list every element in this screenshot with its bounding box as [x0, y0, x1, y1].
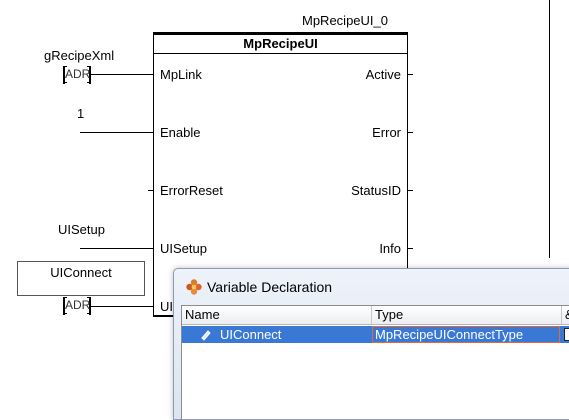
pin-active[interactable]: Active [366, 67, 401, 82]
enable-constant[interactable]: 1 [77, 106, 84, 121]
right-rail [549, 0, 550, 258]
flower-icon [185, 278, 203, 296]
column-header-type[interactable]: Type [372, 306, 562, 324]
uiconnect-wire [91, 306, 153, 307]
table-header: Name Type & [182, 306, 569, 325]
uiconnect-adr-operator[interactable]: ADR [63, 297, 91, 315]
uiconnect-variable-box[interactable]: UIConnect [17, 261, 145, 296]
column-header-extra[interactable]: & [562, 306, 569, 324]
output-wire-statusid [408, 190, 413, 191]
output-wire-active [408, 74, 413, 75]
uisetup-wire [80, 248, 153, 249]
pin-uiconnect[interactable]: UI [160, 299, 173, 314]
column-header-name[interactable]: Name [182, 306, 372, 324]
dialog-title: Variable Declaration [207, 279, 333, 295]
pin-mplink[interactable]: MpLink [160, 67, 202, 82]
pin-enable[interactable]: Enable [160, 125, 200, 140]
block-instance-name: MpRecipeUI_0 [302, 13, 388, 28]
mplink-variable[interactable]: gRecipeXml [44, 48, 114, 63]
mplink-adr-operator[interactable]: ADR [63, 66, 91, 84]
row-name-cell[interactable]: UIConnect [220, 326, 370, 343]
errorreset-wire [148, 190, 153, 191]
pin-errorreset[interactable]: ErrorReset [160, 183, 223, 198]
mplink-wire [91, 74, 153, 75]
output-wire-error [408, 132, 413, 133]
block-type-name: MpRecipeUI [154, 33, 407, 54]
row-type-cell[interactable]: MpRecipeUIConnectType [372, 326, 560, 343]
variable-declaration-dialog[interactable]: Variable Declaration Name Type & UIConne… [173, 268, 569, 420]
pin-error[interactable]: Error [372, 125, 401, 140]
pin-uisetup[interactable]: UISetup [160, 241, 207, 256]
row-checkbox[interactable] [564, 326, 569, 343]
pin-statusid[interactable]: StatusID [351, 183, 401, 198]
uisetup-variable[interactable]: UISetup [58, 222, 105, 237]
output-wire-info [408, 248, 413, 249]
declaration-table: Name Type & UIConnect MpRecipeUIConnectT… [181, 305, 569, 419]
uiconnect-variable: UIConnect [50, 265, 112, 280]
table-row[interactable]: UIConnect MpRecipeUIConnectType [182, 326, 569, 343]
pin-info[interactable]: Info [379, 241, 401, 256]
variable-icon [200, 326, 214, 343]
enable-wire [80, 132, 153, 133]
